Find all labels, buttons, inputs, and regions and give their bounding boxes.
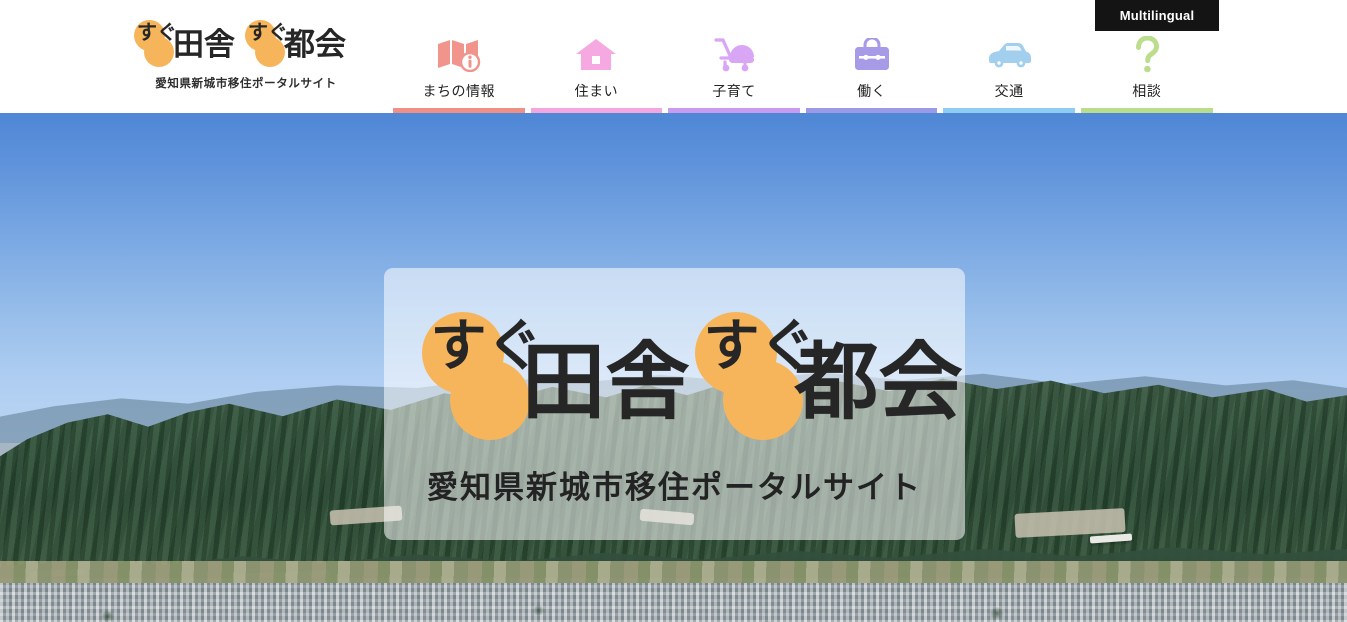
briefcase-icon	[851, 35, 893, 75]
nav-label: 働く	[857, 84, 887, 100]
stroller-icon	[712, 35, 756, 75]
nav-underline-bar	[530, 108, 663, 113]
nav-label: 子育て	[712, 84, 756, 100]
nav-label: 住まい	[574, 84, 619, 100]
nav-item-kotsu[interactable]: 交通	[940, 33, 1078, 113]
logo-kanji-tokai: 都会	[284, 27, 346, 63]
nav-underline-bar	[393, 108, 525, 113]
page-root: すぐ 田舎 すぐ 都会 愛知県新城市移住ポータルサイト Multilingual	[0, 0, 1347, 622]
hero-kanji-inaka: 田舎	[521, 332, 690, 431]
logo-subtitle: 愛知県新城市移住ポータルサイト	[155, 78, 337, 90]
hero-wordmark: すぐ 田舎 すぐ 都会	[410, 308, 963, 448]
hero-title-card: すぐ 田舎 すぐ 都会 愛知県新城市移住ポータルサイト	[384, 268, 965, 540]
hero-subtitle: 愛知県新城市移住ポータルサイト	[427, 469, 922, 506]
main-navigation: まちの情報 住まい 子育て 働く 交通 相談	[390, 33, 1216, 113]
town-trees	[0, 583, 1347, 622]
logo-wordmark: すぐ 田舎 すぐ 都会	[131, 18, 361, 70]
car-icon	[985, 35, 1033, 75]
logo-sugu-1: すぐ	[137, 20, 177, 44]
nav-item-machi-no-joho[interactable]: まちの情報	[390, 33, 528, 113]
logo-kanji-inaka: 田舎	[173, 27, 235, 63]
nav-underline-bar	[943, 108, 1075, 113]
hero-section: すぐ 田舎 すぐ 都会 愛知県新城市移住ポータルサイト	[0, 113, 1347, 622]
site-header: すぐ 田舎 すぐ 都会 愛知県新城市移住ポータルサイト Multilingual	[0, 0, 1347, 113]
site-logo[interactable]: すぐ 田舎 すぐ 都会 愛知県新城市移住ポータルサイト	[131, 18, 361, 98]
question-icon	[1132, 35, 1162, 75]
nav-label: まちの情報	[422, 84, 496, 100]
nav-underline-bar	[805, 108, 938, 113]
logo-sugu-2: すぐ	[248, 20, 288, 44]
nav-underline-bar	[668, 108, 800, 113]
hero-kanji-tokai: 都会	[794, 332, 963, 431]
map-info-icon	[436, 35, 482, 75]
house-icon	[575, 35, 617, 75]
nav-item-kosodate[interactable]: 子育て	[665, 33, 803, 113]
nav-item-hataraku[interactable]: 働く	[803, 33, 941, 113]
nav-item-sumai[interactable]: 住まい	[528, 33, 666, 113]
multilingual-button[interactable]: Multilingual	[1095, 0, 1219, 31]
nav-underline-bar	[1080, 108, 1213, 113]
town-area	[0, 583, 1347, 622]
nav-label: 相談	[1132, 84, 1162, 100]
nav-item-sodan[interactable]: 相談	[1078, 33, 1216, 113]
nav-label: 交通	[994, 84, 1024, 100]
